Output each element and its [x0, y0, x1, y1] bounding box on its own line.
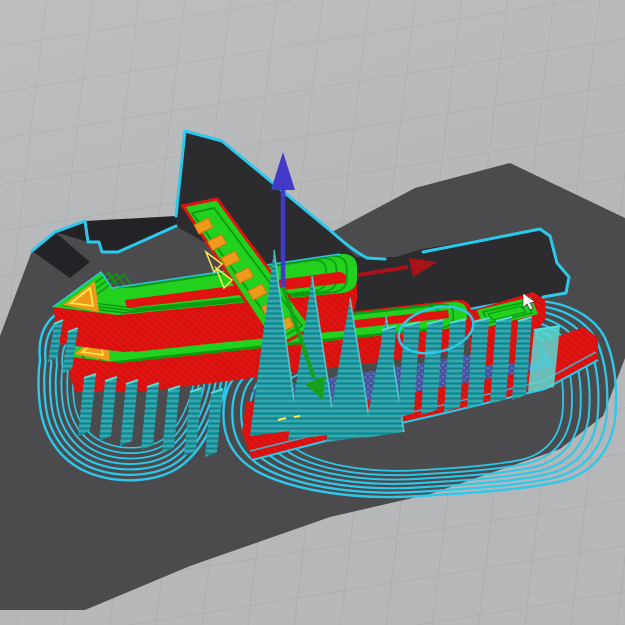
scene-canvas — [0, 0, 625, 625]
slicer-3d-viewport[interactable] — [0, 0, 625, 625]
